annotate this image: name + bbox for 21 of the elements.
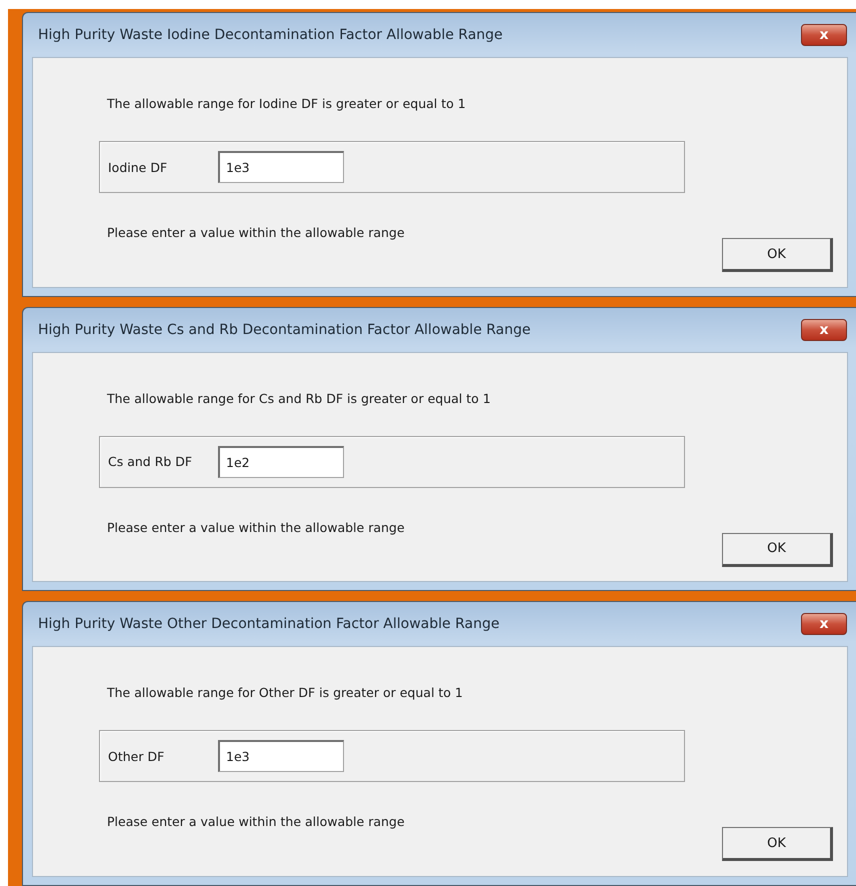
instruction-text: Please enter a value within the allowable range — [107, 225, 405, 240]
ok-button[interactable]: OK — [722, 827, 833, 862]
instruction-text: Please enter a value within the allowable range — [107, 520, 405, 535]
instruction-text: Please enter a value within the allowable range — [107, 814, 405, 830]
close-button[interactable]: x — [801, 24, 847, 46]
df-input-field[interactable]: 1e3 — [218, 740, 344, 772]
range-message: The allowable range for Iodine DF is greater or equal to 1 — [107, 96, 466, 111]
window-title: High Purity Waste Iodine Decontamination Factor Allowable Range — [38, 27, 503, 43]
window-title: High Purity Waste Other Decontamination Factor Allowable Range — [38, 616, 500, 632]
range-message: The allowable range for Cs and Rb DF is greater or equal to 1 — [107, 390, 491, 406]
field-label: Other DF — [108, 748, 166, 764]
ok-button[interactable]: OK — [722, 238, 833, 272]
window-title: High Purity Waste Cs and Rb Decontamination Factor Allowable Range — [38, 322, 531, 338]
df-input-field[interactable]: 1e2 — [218, 446, 344, 478]
ok-button[interactable]: OK — [722, 532, 833, 567]
close-button[interactable]: x — [801, 318, 847, 341]
field-label: Iodine DF — [108, 160, 168, 174]
range-message: The allowable range for Other DF is greater or equal to 1 — [107, 685, 463, 700]
df-input-field[interactable]: 1e3 — [218, 151, 344, 183]
close-button[interactable]: x — [801, 613, 847, 636]
field-label: Cs and Rb DF — [108, 454, 194, 470]
